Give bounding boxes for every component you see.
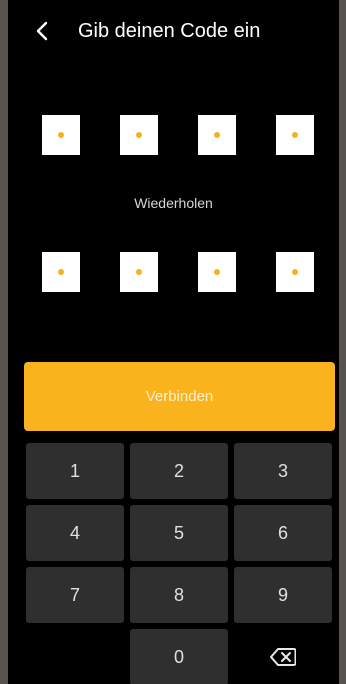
connect-button[interactable]: Verbinden [24, 362, 335, 431]
repeat-digit-box[interactable] [120, 252, 158, 292]
backspace-key[interactable] [234, 629, 332, 684]
pin-entry-screen: Gib deinen Code ein Wiederholen Verbinde… [8, 0, 339, 684]
code-input-row[interactable] [8, 115, 339, 155]
empty-digit-dot [136, 269, 142, 275]
key-0[interactable]: 0 [130, 629, 228, 684]
header: Gib deinen Code ein [8, 0, 339, 60]
empty-digit-dot [292, 132, 298, 138]
key-7[interactable]: 7 [26, 567, 124, 623]
key-6[interactable]: 6 [234, 505, 332, 561]
empty-digit-dot [214, 132, 220, 138]
key-1[interactable]: 1 [26, 443, 124, 499]
backspace-icon [270, 648, 296, 666]
chevron-left-icon [36, 21, 48, 41]
code-digit-box[interactable] [42, 115, 80, 155]
code-digit-box[interactable] [198, 115, 236, 155]
code-digit-box[interactable] [276, 115, 314, 155]
key-5[interactable]: 5 [130, 505, 228, 561]
page-title: Gib deinen Code ein [78, 20, 261, 42]
key-9[interactable]: 9 [234, 567, 332, 623]
repeat-digit-box[interactable] [42, 252, 80, 292]
empty-digit-dot [136, 132, 142, 138]
keypad-blank [26, 629, 124, 684]
back-button[interactable] [30, 18, 54, 44]
empty-digit-dot [292, 269, 298, 275]
empty-digit-dot [58, 132, 64, 138]
empty-digit-dot [214, 269, 220, 275]
repeat-digit-box[interactable] [276, 252, 314, 292]
key-3[interactable]: 3 [234, 443, 332, 499]
code-digit-box[interactable] [120, 115, 158, 155]
repeat-code-input-row[interactable] [8, 252, 339, 292]
empty-digit-dot [58, 269, 64, 275]
repeat-digit-box[interactable] [198, 252, 236, 292]
key-2[interactable]: 2 [130, 443, 228, 499]
key-4[interactable]: 4 [26, 505, 124, 561]
repeat-label: Wiederholen [134, 195, 213, 211]
key-8[interactable]: 8 [130, 567, 228, 623]
